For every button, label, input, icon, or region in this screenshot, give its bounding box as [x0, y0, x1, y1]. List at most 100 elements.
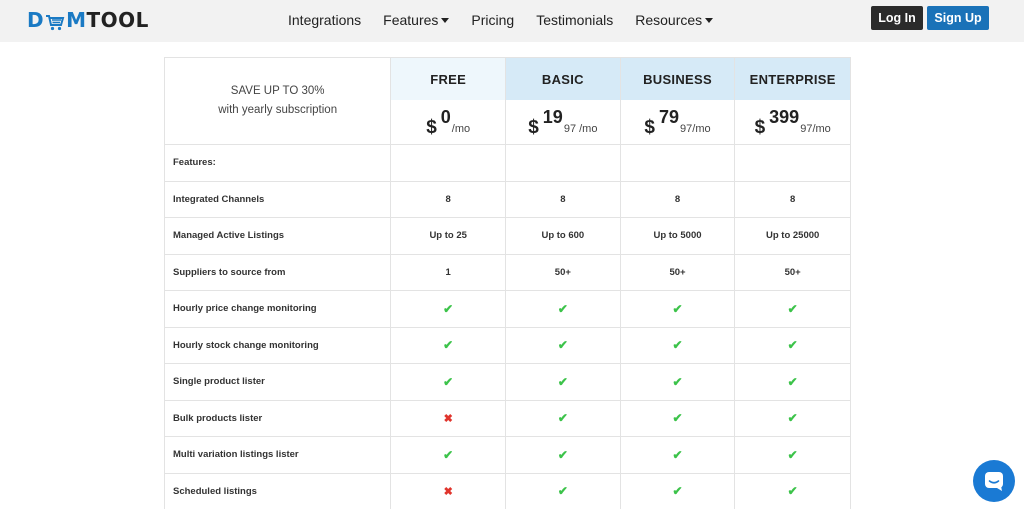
table-cell: ✔	[391, 437, 507, 473]
nav-resources[interactable]: Resources	[635, 12, 714, 28]
main-nav: Integrations Features Pricing Testimonia…	[288, 12, 735, 28]
feature-label: Hourly price change monitoring	[165, 291, 392, 327]
feature-label: Scheduled listings	[165, 473, 392, 509]
table-cell: 8	[391, 181, 507, 217]
table-row: Managed Active Listings Up to 25 Up to 600…	[165, 218, 850, 255]
price-currency: $	[528, 117, 539, 138]
nav-testimonials[interactable]: Testimonials	[536, 12, 613, 28]
cell-value: 50+	[784, 266, 801, 278]
promo-cell: SAVE UP TO 30% with yearly subscription	[165, 58, 392, 144]
price-period: /mo	[451, 123, 471, 135]
table-cell: ✔	[391, 291, 507, 327]
table-cell: ✔	[391, 364, 507, 400]
plan-basic: BASIC $ 19 97 /mo	[506, 58, 621, 144]
table-cell: ✖	[391, 400, 507, 436]
pricing-header-row: SAVE UP TO 30% with yearly subscription …	[165, 57, 851, 145]
check-icon: ✔	[557, 447, 568, 462]
table-row: Features:	[165, 145, 850, 182]
table-cell: 50+	[735, 255, 850, 291]
check-icon: ✔	[672, 484, 683, 499]
cross-icon: ✖	[443, 485, 453, 498]
logo-part-tool: TOOL	[86, 8, 149, 32]
table-row: Multi variation listings lister ✔ ✔ ✔ ✔	[165, 437, 850, 474]
check-icon: ✔	[672, 338, 683, 353]
table-cell: 8	[506, 181, 621, 217]
cell-value: Up to 25	[429, 230, 467, 242]
table-cell: ✔	[621, 364, 736, 400]
check-icon: ✔	[787, 484, 798, 499]
nav-pricing[interactable]: Pricing	[471, 12, 514, 28]
table-cell: ✔	[621, 327, 736, 363]
check-icon: ✔	[557, 411, 568, 426]
nav-testimonials-label: Testimonials	[536, 12, 614, 28]
table-cell: 50+	[621, 254, 736, 290]
check-icon: ✔	[787, 447, 798, 462]
check-icon: ✔	[672, 411, 683, 426]
nav-integrations[interactable]: Integrations	[288, 12, 361, 28]
table-cell: ✔	[735, 474, 850, 509]
nav-integrations-label: Integrations	[288, 12, 362, 28]
table-cell: ✔	[735, 328, 850, 364]
table-row: Hourly price change monitoring ✔ ✔ ✔ ✔	[165, 291, 850, 328]
plan-name: ENTERPRISE	[735, 58, 851, 100]
table-cell: ✔	[506, 400, 621, 436]
price-amount: 19	[542, 107, 563, 127]
table-cell: ✔	[735, 291, 850, 327]
table-cell: ✔	[621, 291, 736, 327]
table-cell: 8	[735, 182, 850, 218]
price-amount: 399	[769, 107, 800, 127]
top-navbar: D MTOOL Integrations Features Pricing Tes…	[0, 0, 1024, 42]
plan-enterprise: ENTERPRISE $ 399 97/mo	[735, 58, 851, 144]
cart-icon	[46, 14, 65, 30]
nav-pricing-label: Pricing	[471, 12, 515, 28]
plan-name: FREE	[391, 58, 506, 100]
cell-value: 8	[560, 193, 566, 205]
plan-price: $ 19 97 /mo	[506, 100, 620, 144]
table-cell: ✖	[391, 473, 507, 509]
check-icon: ✔	[443, 338, 454, 353]
feature-label: Single product lister	[165, 364, 392, 400]
table-cell: 8	[621, 181, 736, 217]
check-icon: ✔	[787, 411, 798, 426]
table-row: Bulk products lister ✖ ✔ ✔ ✔	[165, 400, 850, 437]
pricing-table: SAVE UP TO 30% with yearly subscription …	[164, 57, 851, 509]
table-cell: Up to 5000	[621, 218, 736, 254]
plan-name: BUSINESS	[620, 58, 735, 100]
plan-price: $ 399 97/mo	[735, 100, 850, 144]
cell-value: 50+	[554, 266, 571, 278]
cell-value: 8	[674, 193, 681, 205]
table-cell: ✔	[735, 401, 850, 437]
table-cell: ✔	[506, 437, 621, 473]
feature-label: Suppliers to source from	[165, 254, 392, 290]
table-cell: ✔	[506, 364, 621, 400]
check-icon: ✔	[672, 374, 683, 389]
nav-features-label: Features	[383, 12, 439, 28]
table-cell: ✔	[506, 327, 621, 363]
price-period: 97/mo	[800, 123, 831, 135]
signup-button[interactable]: Sign Up	[927, 6, 989, 30]
logo[interactable]: D MTOOL	[27, 8, 149, 32]
table-cell: ✔	[621, 473, 736, 509]
nav-resources-label: Resources	[635, 12, 703, 28]
chat-button[interactable]	[973, 460, 1015, 502]
promo-subtext: with yearly subscription	[218, 104, 338, 116]
cross-icon: ✖	[443, 412, 453, 425]
price-currency: $	[644, 117, 655, 138]
table-cell: 50+	[506, 254, 621, 290]
check-icon: ✔	[557, 374, 568, 389]
price-amount: 79	[659, 107, 680, 127]
chat-bubble-icon	[985, 472, 1003, 491]
price-currency: $	[754, 117, 766, 138]
feature-label: Integrated Channels	[165, 181, 392, 217]
cell-value: Up to 600	[541, 230, 585, 242]
chevron-down-icon	[705, 18, 714, 23]
plan-price: $ 79 97/mo	[621, 100, 735, 144]
table-cell: ✔	[621, 400, 736, 436]
table-cell	[735, 145, 850, 181]
nav-features[interactable]: Features	[383, 12, 450, 28]
cell-value: Up to 5000	[653, 230, 702, 242]
chevron-down-icon	[441, 18, 450, 23]
table-cell: ✔	[506, 291, 621, 327]
login-button[interactable]: Log In	[871, 6, 923, 30]
price-amount: 0	[440, 107, 451, 127]
